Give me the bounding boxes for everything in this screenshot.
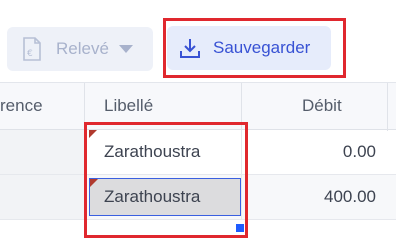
svg-text:€: € xyxy=(27,49,33,59)
fill-handle[interactable] xyxy=(236,224,244,232)
debit-value: 400.00 xyxy=(324,187,376,206)
column-header-libelle[interactable]: Libellé xyxy=(104,96,153,116)
toolbar: € Relevé Sauvegarder xyxy=(0,0,396,82)
debit-cell[interactable]: 0.00 xyxy=(241,130,376,174)
debit-cell[interactable]: 400.00 xyxy=(241,175,376,219)
row-leading-cell[interactable] xyxy=(0,175,85,219)
debit-value: 0.00 xyxy=(342,142,376,161)
column-header-reference[interactable]: rence xyxy=(0,96,43,116)
table-row: Zarathoustra 400.00 xyxy=(0,175,396,220)
save-button[interactable]: Sauvegarder xyxy=(167,26,331,70)
releve-label: Relevé xyxy=(56,39,109,58)
save-label: Sauvegarder xyxy=(213,38,311,57)
download-icon xyxy=(180,39,200,58)
comment-flag-icon xyxy=(90,179,98,187)
releve-dropdown-button[interactable]: € Relevé xyxy=(7,27,153,71)
column-header-debit[interactable]: Débit xyxy=(302,96,342,116)
comment-flag-icon xyxy=(89,130,97,138)
document-euro-icon: € xyxy=(23,37,41,61)
libelle-cell-selected[interactable]: Zarathoustra xyxy=(89,178,241,216)
table-row: Zarathoustra 0.00 xyxy=(0,130,396,175)
libelle-cell[interactable]: Zarathoustra xyxy=(89,130,241,174)
row-leading-cell[interactable] xyxy=(0,130,85,174)
grid-header: rence Libellé Débit xyxy=(0,82,396,131)
libelle-value: Zarathoustra xyxy=(104,187,201,206)
libelle-value: Zarathoustra xyxy=(104,142,201,161)
data-grid: rence Libellé Débit Zarathoustra 0.00 Za… xyxy=(0,82,396,248)
chevron-down-icon xyxy=(118,45,133,53)
